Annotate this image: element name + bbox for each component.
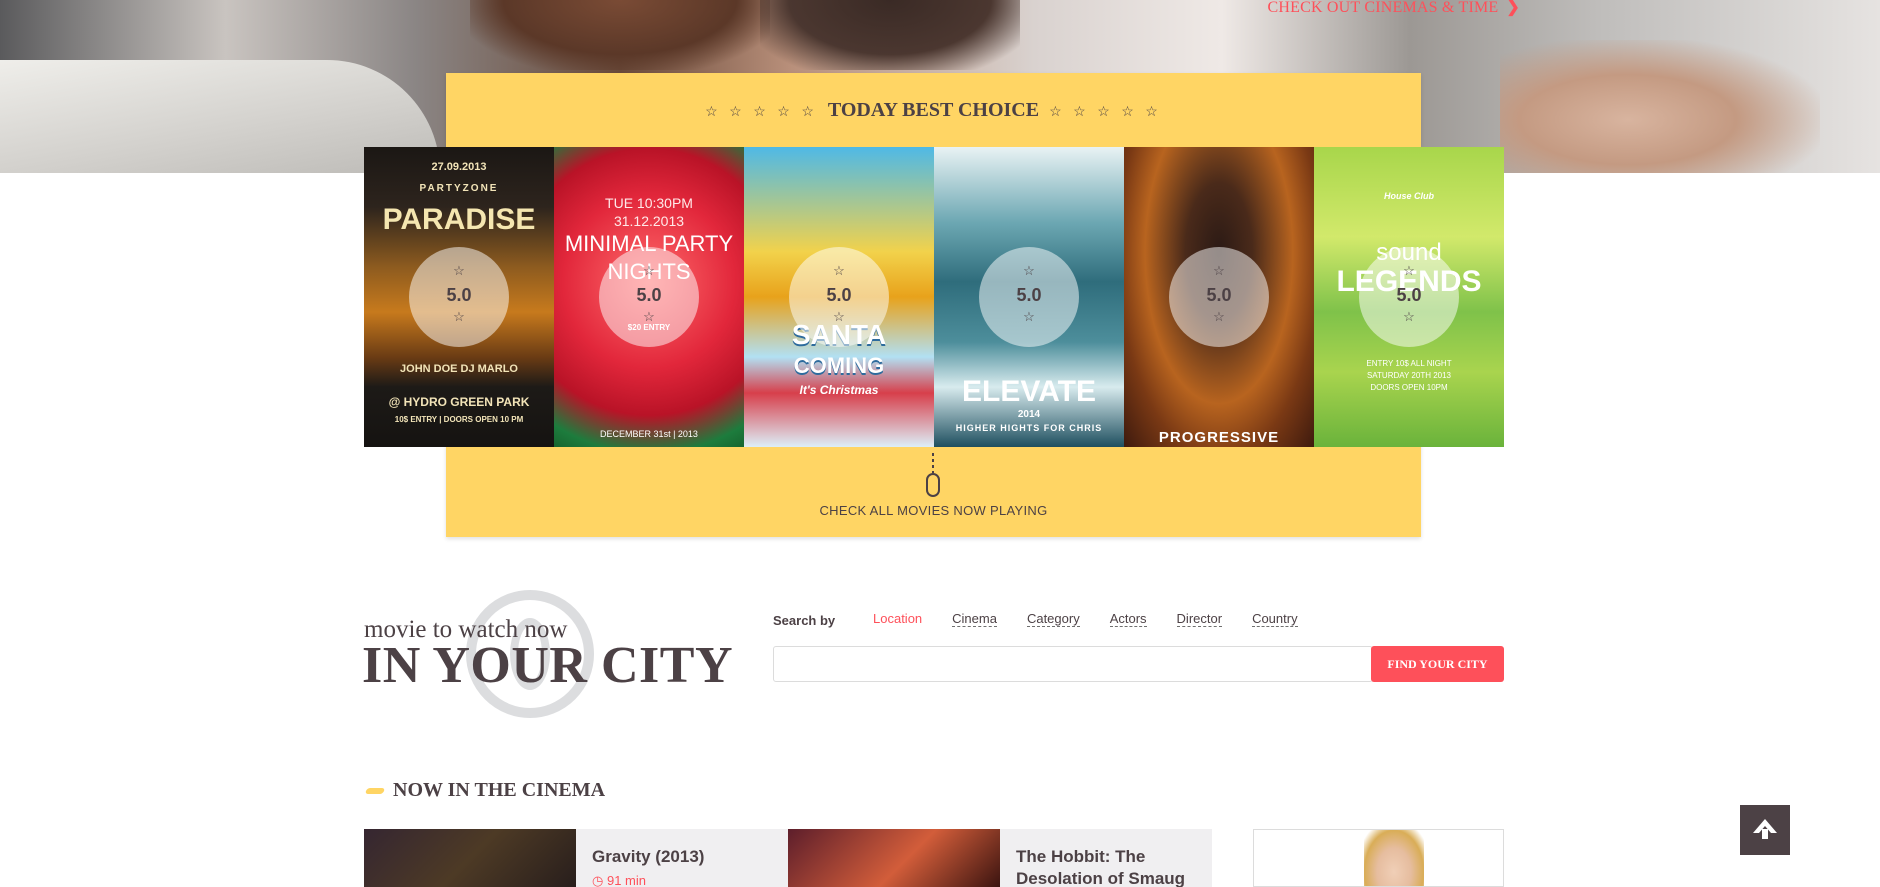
poster-text: 27.09.2013 xyxy=(431,161,487,173)
best-choice-heading: ☆ ☆ ☆ ☆ ☆ TODAY BEST CHOICE ☆ ☆ ☆ ☆ ☆ xyxy=(446,99,1421,122)
star-icon: ☆ xyxy=(453,263,465,278)
poster-text: COMING xyxy=(793,353,885,378)
poster-text: PROGRESSIVE xyxy=(1158,429,1280,446)
filter-cinema[interactable]: Cinema xyxy=(952,611,997,627)
rating-value: 5.0 xyxy=(1016,285,1042,305)
check-cinemas-label[interactable]: CHECK OUT CINEMAS & TIME xyxy=(1268,0,1499,16)
filter-category[interactable]: Category xyxy=(1026,611,1080,627)
poster-text: PARTYZONE xyxy=(419,183,499,194)
poster-card[interactable]: House Club sound LEGENDS ENTRY 10$ ALL N… xyxy=(1314,147,1504,447)
poster-text: 2014 xyxy=(1017,409,1041,420)
rating-value: 5.0 xyxy=(1396,285,1422,305)
best-choice-title: TODAY BEST CHOICE xyxy=(827,99,1040,121)
poster-text: House Club xyxy=(1383,191,1434,201)
rating-badge: ☆ 5.0 ☆ xyxy=(1359,247,1459,347)
poster-card[interactable]: SANTA COMING It's Christmas ☆ 5.0 ☆ xyxy=(744,147,934,447)
rating-value: 5.0 xyxy=(446,285,472,305)
movie-title[interactable]: Gravity (2013) xyxy=(592,846,788,868)
poster-text: 10$ ENTRY | DOORS OPEN 10 PM xyxy=(394,415,524,424)
star-icon: ☆ xyxy=(1213,309,1225,324)
poster-card[interactable]: TUE 10:30PM 31.12.2013 MINIMAL PARTY NIG… xyxy=(554,147,744,447)
filter-country[interactable]: Country xyxy=(1252,611,1298,627)
movie-title[interactable]: The Hobbit: The Desolation of Smaug xyxy=(1016,846,1212,887)
poster-text: It's Christmas xyxy=(799,383,879,397)
poster-card[interactable]: 27.09.2013 PARTYZONE PARADISE JOHN DOE D… xyxy=(364,147,554,447)
rating-value: 5.0 xyxy=(826,285,852,305)
rating-badge: ☆ 5.0 ☆ xyxy=(789,247,889,347)
star-icon: ☆ xyxy=(1023,263,1035,278)
sidebar-ad[interactable] xyxy=(1253,829,1504,887)
filter-location[interactable]: Location xyxy=(873,611,922,627)
star-icon: ☆ xyxy=(643,263,655,278)
search-filters: Location Cinema Category Actors Director… xyxy=(873,611,1328,627)
scroll-dots xyxy=(932,453,934,473)
star-icon: ☆ xyxy=(1403,263,1415,278)
poster-text: 31.12.2013 xyxy=(613,213,685,229)
movie-card[interactable]: The Hobbit: The Desolation of Smaug xyxy=(788,829,1212,887)
movie-duration: ◷ 91 min xyxy=(592,873,646,887)
star-icon: ☆ xyxy=(833,263,845,278)
hero-photo-person xyxy=(760,0,1020,70)
movie-thumbnail[interactable] xyxy=(364,829,576,887)
hero-photo-person xyxy=(470,0,770,70)
filter-actors[interactable]: Actors xyxy=(1109,611,1147,627)
back-to-top-button[interactable] xyxy=(1740,805,1790,855)
chevron-right-icon[interactable]: ❯ xyxy=(1506,0,1520,17)
filter-director[interactable]: Director xyxy=(1176,611,1223,627)
best-choice-posters: 27.09.2013 PARTYZONE PARADISE JOHN DOE D… xyxy=(364,147,1504,447)
poster-text: DOORS OPEN 10PM xyxy=(1370,383,1448,392)
poster-text: TUE 10:30PM xyxy=(605,195,693,211)
poster-text: ENTRY 10$ ALL NIGHT xyxy=(1366,359,1452,368)
searchby-label: Search by xyxy=(773,613,836,628)
movie-card[interactable]: Gravity (2013) ◷ 91 min xyxy=(364,829,788,887)
poster-text: DECEMBER 31st | 2013 xyxy=(600,429,698,439)
rating-value: 5.0 xyxy=(636,285,662,305)
ad-photo xyxy=(1364,830,1424,886)
poster-text: HIGHER HIGHTS FOR CHRIS xyxy=(955,423,1103,433)
poster-text: ELEVATE xyxy=(962,375,1096,408)
poster-text: PARADISE xyxy=(382,203,536,236)
search-title: IN YOUR CITY xyxy=(362,637,733,694)
check-all-movies-link[interactable]: CHECK ALL MOVIES NOW PLAYING xyxy=(446,503,1421,518)
check-cinemas-link[interactable]: CHECK OUT CINEMAS & TIME ❯ xyxy=(1268,0,1521,17)
section-dash-icon xyxy=(364,788,386,794)
now-in-cinema-title: NOW IN THE CINEMA xyxy=(393,779,606,801)
clock-icon: ◷ xyxy=(592,873,604,887)
hero-photo-arm xyxy=(1500,40,1820,173)
mouse-scroll-icon xyxy=(926,473,940,497)
poster-text: JOHN DOE DJ MARLO xyxy=(400,363,518,375)
rating-value: 5.0 xyxy=(1206,285,1232,305)
stars-left-icon: ☆ ☆ ☆ ☆ ☆ xyxy=(705,105,818,120)
poster-card[interactable]: ELEVATE 2014 HIGHER HIGHTS FOR CHRIS ☆ 5… xyxy=(934,147,1124,447)
city-search-input[interactable] xyxy=(773,646,1373,682)
poster-card[interactable]: PROGRESSIVE ☆ 5.0 ☆ xyxy=(1124,147,1314,447)
star-icon: ☆ xyxy=(643,309,655,324)
star-icon: ☆ xyxy=(1023,309,1035,324)
rating-badge: ☆ 5.0 ☆ xyxy=(599,247,699,347)
find-city-button[interactable]: FIND YOUR CITY xyxy=(1371,646,1504,682)
arrow-up-icon[interactable] xyxy=(1752,817,1778,841)
rating-badge: ☆ 5.0 ☆ xyxy=(979,247,1079,347)
poster-text: SATURDAY 20TH 2013 xyxy=(1366,371,1452,380)
movie-thumbnail[interactable] xyxy=(788,829,1000,887)
star-icon: ☆ xyxy=(453,309,465,324)
star-icon: ☆ xyxy=(1213,263,1225,278)
rating-badge: ☆ 5.0 ☆ xyxy=(409,247,509,347)
rating-badge: ☆ 5.0 ☆ xyxy=(1169,247,1269,347)
movie-duration-value: 91 min xyxy=(606,873,646,887)
stars-right-icon: ☆ ☆ ☆ ☆ ☆ xyxy=(1049,105,1162,120)
star-icon: ☆ xyxy=(1403,309,1415,324)
star-icon: ☆ xyxy=(833,309,845,324)
poster-text: @ HYDRO GREEN PARK xyxy=(388,395,530,409)
